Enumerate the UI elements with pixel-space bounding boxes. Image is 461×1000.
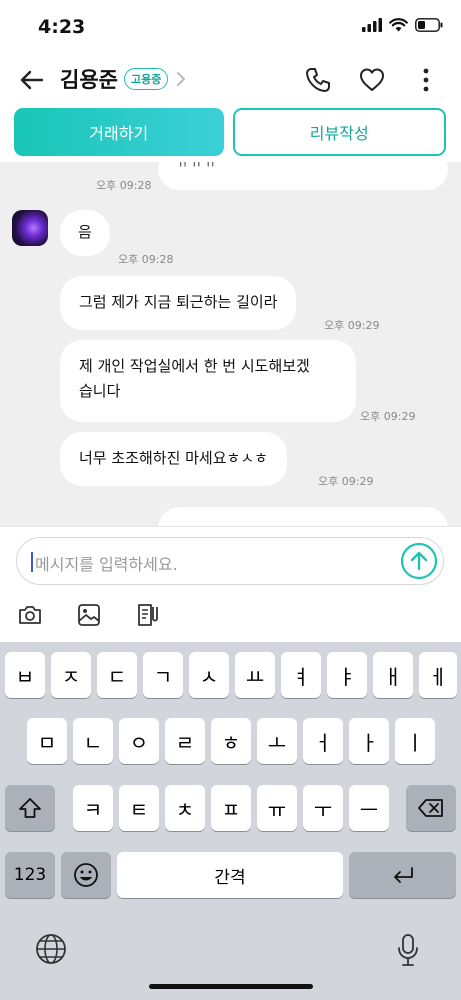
phone-icon[interactable] xyxy=(302,64,334,96)
key[interactable]: ㅑ xyxy=(327,652,367,698)
key[interactable]: ㅛ xyxy=(235,652,275,698)
message-text-line: 제 개인 작업실에서 한 번 시도해보겠 xyxy=(79,357,310,375)
emoji-icon xyxy=(74,863,98,887)
action-buttons: 거래하기 리뷰작성 xyxy=(14,108,446,156)
space-key[interactable]: 간격 xyxy=(117,852,343,898)
message-text: ㅠㅠㅠ xyxy=(176,162,218,171)
text-caret xyxy=(31,552,33,572)
backspace-icon xyxy=(418,799,443,817)
image-gallery-icon[interactable] xyxy=(75,601,103,629)
chat-messages[interactable]: ㅠㅠㅠ 오후 09:28 음 오후 09:28 그럼 제가 지금 퇴근하는 길이… xyxy=(0,162,461,526)
document-icon[interactable] xyxy=(134,601,162,629)
message-text: 그럼 제가 지금 퇴근하는 길이라 xyxy=(79,293,278,311)
wifi-icon xyxy=(389,18,408,32)
korean-keyboard: ㅂ ㅈ ㄷ ㄱ ㅅ ㅛ ㅕ ㅑ ㅐ ㅔ ㅁ ㄴ ㅇ ㄹ ㅎ ㅗ ㅓ ㅏ ㅣ ㅋ … xyxy=(0,642,461,1000)
avatar[interactable] xyxy=(12,210,48,246)
write-review-button[interactable]: 리뷰작성 xyxy=(232,108,446,156)
key[interactable]: ㅓ xyxy=(303,718,343,764)
key[interactable]: ㅌ xyxy=(119,785,159,831)
message-bubble: ㅠㅠㅠ xyxy=(158,162,448,190)
message-time: 오후 09:29 xyxy=(360,410,416,423)
key[interactable]: ㅇ xyxy=(119,718,159,764)
key[interactable]: ㅍ xyxy=(211,785,251,831)
key[interactable]: ㅅ xyxy=(189,652,229,698)
cellular-signal-icon xyxy=(362,18,382,32)
key[interactable]: ㄱ xyxy=(143,652,183,698)
message-composer: 메시지를 입력하세요. xyxy=(0,526,461,642)
message-bubble: 그럼 제가 지금 퇴근하는 길이라 xyxy=(60,276,297,330)
contact-title[interactable]: 김용준 고용중 xyxy=(60,64,188,94)
message-input-placeholder: 메시지를 입력하세요. xyxy=(35,555,178,574)
trade-button[interactable]: 거래하기 xyxy=(14,108,224,156)
message-bubble: 제 개인 작업실에서 한 번 시도해보겠 습니다 xyxy=(60,340,356,422)
key[interactable]: ㅋ xyxy=(73,785,113,831)
key[interactable]: ㅗ xyxy=(257,718,297,764)
heart-icon[interactable] xyxy=(356,64,388,96)
key[interactable]: ㅂ xyxy=(5,652,45,698)
return-key[interactable] xyxy=(349,852,456,898)
message-bubble-partial xyxy=(158,507,448,526)
key[interactable]: ㅜ xyxy=(303,785,343,831)
shift-key[interactable] xyxy=(5,785,55,831)
key[interactable]: ㄴ xyxy=(73,718,113,764)
contact-name: 김용준 xyxy=(60,68,118,92)
key[interactable]: ㅊ xyxy=(165,785,205,831)
status-bar: 4:23 xyxy=(0,0,461,56)
battery-icon xyxy=(415,18,443,32)
status-time: 4:23 xyxy=(38,16,86,38)
key[interactable]: ㅠ xyxy=(257,785,297,831)
backspace-key[interactable] xyxy=(406,785,456,831)
key[interactable]: ㅔ xyxy=(419,652,457,698)
message-text: 음 xyxy=(78,223,92,241)
key[interactable]: ㄹ xyxy=(165,718,205,764)
key[interactable]: ㅈ xyxy=(51,652,91,698)
key[interactable]: ㅣ xyxy=(395,718,435,764)
message-text: 너무 초조해하진 마세요ㅎㅅㅎ xyxy=(79,449,268,467)
globe-icon[interactable] xyxy=(34,932,68,966)
chat-header: 김용준 고용중 xyxy=(0,56,461,104)
message-bubble: 너무 초조해하진 마세요ㅎㅅㅎ xyxy=(60,432,287,486)
status-icons xyxy=(362,18,443,32)
camera-icon[interactable] xyxy=(16,601,44,629)
status-badge: 고용중 xyxy=(123,68,169,90)
key[interactable]: ㅏ xyxy=(349,718,389,764)
key[interactable]: ㅁ xyxy=(27,718,67,764)
message-time: 오후 09:29 xyxy=(318,475,374,488)
emoji-key[interactable] xyxy=(61,852,111,898)
home-indicator xyxy=(149,984,313,989)
key[interactable]: ㅐ xyxy=(373,652,413,698)
message-time: 오후 09:28 xyxy=(96,179,152,192)
message-bubble: 음 xyxy=(60,210,110,256)
chevron-right-icon xyxy=(177,72,186,86)
message-time: 오후 09:28 xyxy=(118,253,174,266)
key[interactable]: ㅎ xyxy=(211,718,251,764)
back-arrow-icon[interactable] xyxy=(16,64,48,96)
shift-icon xyxy=(19,798,41,818)
message-text-line: 습니다 xyxy=(79,382,121,400)
message-time: 오후 09:29 xyxy=(324,319,380,332)
return-icon xyxy=(393,867,413,883)
numbers-key[interactable]: 123 xyxy=(5,852,55,898)
send-arrow-icon[interactable] xyxy=(400,542,438,580)
key[interactable]: ㅕ xyxy=(281,652,321,698)
key[interactable]: ㄷ xyxy=(97,652,137,698)
key[interactable]: ㅡ xyxy=(349,785,389,831)
microphone-icon[interactable] xyxy=(394,932,422,968)
message-input[interactable]: 메시지를 입력하세요. xyxy=(16,537,444,585)
more-options-icon[interactable] xyxy=(410,64,442,96)
